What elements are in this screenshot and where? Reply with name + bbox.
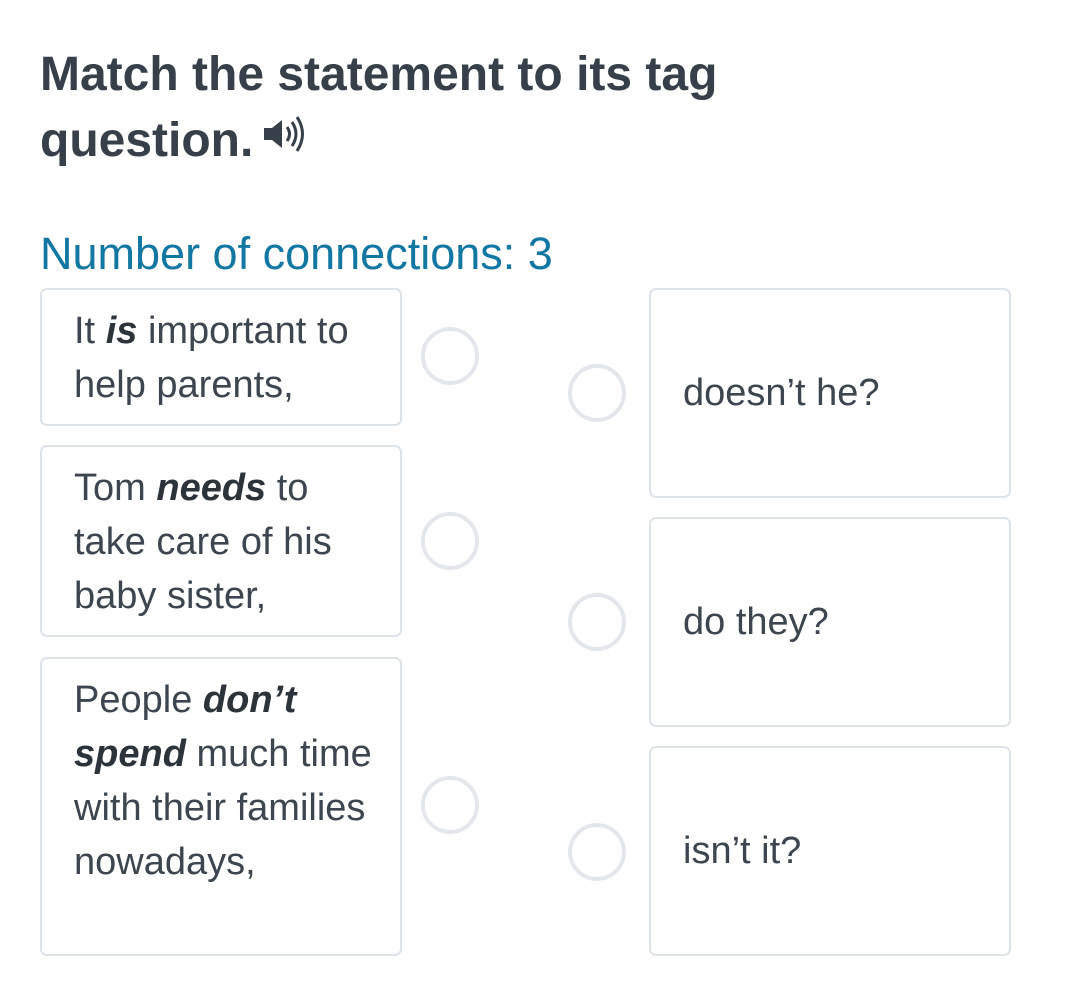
question-title: Match the statement to its tag question. <box>40 42 940 176</box>
statement-card-2[interactable]: Tom needs to take care of his baby siste… <box>40 445 402 637</box>
tag-text: do they? <box>683 601 829 643</box>
statement-text: Tom <box>74 467 157 509</box>
tag-card-3[interactable]: isn’t it? <box>649 746 1011 956</box>
statement-emphasis: is <box>105 310 138 352</box>
statement-connector-1[interactable] <box>421 327 479 385</box>
tag-card-1[interactable]: doesn’t he? <box>649 288 1011 498</box>
connections-count: Number of connections: 3 <box>40 228 553 279</box>
statement-text: It <box>74 310 106 352</box>
tag-text: isn’t it? <box>683 830 802 872</box>
statement-connector-3[interactable] <box>421 776 479 834</box>
statement-card-1[interactable]: It is important to help parents, <box>40 288 402 426</box>
statement-emphasis: needs <box>156 467 267 509</box>
statement-connector-2[interactable] <box>421 512 479 570</box>
question-title-text: Match the statement to its tag question. <box>40 48 718 167</box>
tag-connector-2[interactable] <box>568 593 626 651</box>
tag-connector-1[interactable] <box>568 364 626 422</box>
statement-text: People <box>74 679 203 721</box>
speaker-icon[interactable] <box>261 106 307 172</box>
tag-card-2[interactable]: do they? <box>649 517 1011 727</box>
statement-card-3[interactable]: People don’t spend much time with their … <box>40 657 402 956</box>
tag-text: doesn’t he? <box>683 372 880 414</box>
tag-connector-3[interactable] <box>568 823 626 881</box>
